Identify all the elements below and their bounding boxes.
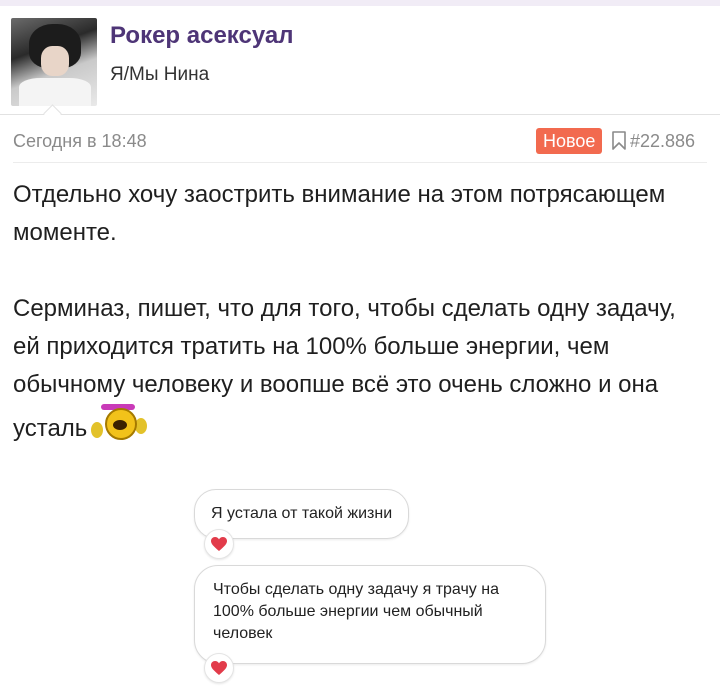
- heart-reaction[interactable]: [204, 529, 234, 559]
- meta-divider: [13, 162, 707, 163]
- post-paragraph: Серминаз, пишет, что для того, чтобы сде…: [13, 290, 703, 448]
- post-meta: Сегодня в 18:48 Новое #22.886: [0, 128, 720, 158]
- avatar[interactable]: [11, 18, 97, 106]
- message-text: Чтобы сделать одну задачу я трачу на 100…: [213, 581, 499, 642]
- header-divider: [0, 114, 720, 115]
- post-body: Отдельно хочу заострить внимание на этом…: [13, 176, 703, 448]
- post-number[interactable]: #22.886: [630, 131, 695, 152]
- author-status: Я/Мы Нина: [110, 64, 210, 85]
- crying-face-emoji-icon: [87, 404, 149, 444]
- post-header: Рокер асексуал Я/Мы Нина: [0, 6, 720, 114]
- heart-icon: [211, 661, 227, 675]
- message-text: Я устала от такой жизни: [211, 505, 393, 522]
- heart-reaction[interactable]: [204, 653, 234, 683]
- new-badge: Новое: [536, 128, 603, 154]
- author-name[interactable]: Рокер асексуал: [110, 22, 293, 50]
- bookmark-icon[interactable]: [611, 131, 627, 151]
- post-paragraph: Отдельно хочу заострить внимание на этом…: [13, 181, 666, 246]
- heart-icon: [211, 537, 227, 551]
- message-bubble: Чтобы сделать одну задачу я трачу на 100…: [194, 565, 546, 664]
- post-date: Сегодня в 18:48: [13, 131, 147, 151]
